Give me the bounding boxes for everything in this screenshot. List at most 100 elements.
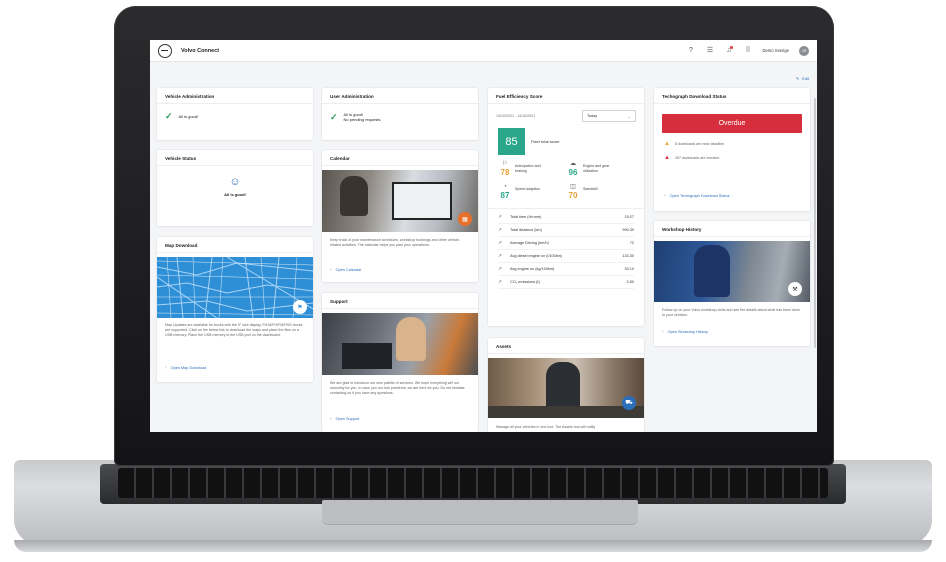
check-icon: ✓ [330, 111, 338, 122]
metric-label: Anticipation and braking [515, 164, 541, 173]
dashboard-screen: Volvo Connect ? ☰ ♫ ⠿ Demo Sverige JR ✎ … [150, 40, 817, 432]
card-title: Workshop History [654, 221, 810, 237]
mechanic-silhouette [694, 245, 730, 297]
grid-icon[interactable]: ⠿ [743, 46, 752, 55]
laptop-base-edge [14, 540, 932, 552]
vehicle-status-card[interactable]: Vehicle Status ☺ All is good! [157, 150, 313, 226]
card-title: Calendar [322, 150, 478, 166]
metric-label: Speed adaption [515, 187, 541, 191]
stat-value: 0.50 [626, 280, 634, 284]
open-support-link[interactable]: › Open Support [330, 416, 359, 422]
support-card[interactable]: Support We are glad to introduce our new… [322, 293, 478, 432]
person-silhouette [396, 317, 426, 361]
chat-icon[interactable]: ☰ [705, 46, 714, 55]
laptop-scene: Volvo Connect ? ☰ ♫ ⠿ Demo Sverige JR ✎ … [0, 0, 946, 562]
smiley-icon: ☺ [229, 176, 241, 188]
trend-arrow-icon: ↗ [498, 279, 502, 284]
keyboard [118, 468, 828, 498]
calendar-badge-icon: ▦ [458, 212, 472, 226]
vehicle-admin-card[interactable]: Vehicle Administration ✓ All is good! [157, 88, 313, 140]
chevron-right-icon: › [165, 365, 167, 371]
metric-anticipation: ⚐ 78 Anticipation and braking [498, 161, 566, 177]
metric-speed: ◔ 87 Speed adaption [498, 184, 566, 200]
metric-value: 87 [500, 191, 510, 200]
wrench-icon: ⚒ [788, 282, 802, 296]
card-title: Vehicle Administration [157, 88, 313, 104]
assets-badge-icon: ⛟ [622, 396, 636, 410]
top-bar: Volvo Connect ? ☰ ♫ ⠿ Demo Sverige JR [150, 40, 817, 62]
user-name[interactable]: Demo Sverige [762, 48, 789, 53]
chevron-right-icon: › [330, 267, 332, 273]
user-admin-card[interactable]: User Administration ✓ All is good! No pe… [322, 88, 478, 140]
workshop-description: Follow up on your Volvo workshop visits … [662, 308, 801, 317]
person-silhouette [546, 362, 580, 410]
assets-description: Manage all your vehicles in one tool. Th… [496, 425, 596, 429]
warning-overdue: ▲ 397 downloads are overdue. [654, 155, 810, 161]
assets-card[interactable]: Assets ⛟ Manage all your vehicles in one… [488, 338, 644, 432]
volvo-logo-icon[interactable] [158, 43, 172, 58]
link-label: Open Support [335, 417, 360, 421]
map-graphic [157, 257, 313, 318]
card-title: Vehicle Status [157, 150, 313, 166]
metric-label: Standstill [583, 187, 598, 191]
map-download-card[interactable]: Map Download ⚑ Map Updates are available… [157, 237, 313, 382]
stat-value: 33.10 [624, 267, 634, 271]
chevron-down-icon: ⌄ [627, 113, 631, 119]
avatar[interactable]: JR [799, 45, 809, 56]
status-text: All is good! [224, 192, 246, 197]
calendar-card[interactable]: Calendar ▦ Keep track of your maintenanc… [322, 150, 478, 282]
scrollbar[interactable] [814, 98, 816, 348]
bell-icon[interactable]: ♫ [724, 46, 734, 55]
edit-label: Edit [802, 76, 809, 81]
metric-value: 70 [568, 191, 578, 200]
card-title: User Administration [322, 88, 478, 104]
metric-engine: ☁ 96 Engine and gear utilization [566, 161, 634, 177]
tachograph-card[interactable]: Techograph Download Status Overdue ▲ 8 d… [654, 88, 810, 211]
edit-button[interactable]: ✎ Edit [796, 76, 809, 81]
workshop-history-card[interactable]: Workshop History ⚒ Follow up on your Vol… [654, 221, 810, 346]
assets-image: ⛟ [488, 358, 644, 418]
open-calendar-link[interactable]: › Open Calendar [330, 267, 361, 273]
trend-arrow-icon: ↗ [498, 240, 502, 245]
link-label: Open Techograph Download Status [669, 194, 730, 198]
list-item: ↗ Total distance (km) 990.30 [498, 224, 634, 237]
pencil-icon: ✎ [795, 76, 800, 81]
card-title: Techograph Download Status [654, 88, 810, 104]
card-title: Map Download [157, 237, 313, 253]
speedometer-icon: ◔ [503, 184, 507, 190]
calendar-image: ▦ [322, 170, 478, 232]
stat-value: 133.30 [622, 254, 634, 258]
trackpad [322, 500, 638, 524]
table-graphic [488, 406, 644, 418]
overdue-status-button[interactable]: Overdue [662, 114, 802, 133]
list-item: ↗ CO₂ emissions (t) 0.50 [498, 276, 634, 289]
list-item: ↗ Average Driving (km/h) 72 [498, 237, 634, 250]
fuel-efficiency-card[interactable]: Fuel Efficiency Score 14/10/2021 - 14/10… [488, 88, 644, 326]
map-image: ⚑ [157, 257, 313, 318]
card-title: Fuel Efficiency Score [488, 88, 644, 104]
period-select[interactable]: Today ⌄ [582, 110, 636, 122]
stat-label: Avg engine on (kg/100km) [510, 267, 555, 271]
help-icon[interactable]: ? [686, 46, 695, 55]
stat-label: Average Driving (km/h) [510, 241, 549, 245]
support-description: We are glad to introduce our new palette… [330, 381, 465, 395]
stat-label: Total distance (km) [510, 228, 542, 232]
map-badge-icon: ⚑ [293, 300, 307, 314]
support-image [322, 313, 478, 375]
workshop-image: ⚒ [654, 241, 810, 302]
link-label: Open Calendar [335, 268, 362, 272]
trend-arrow-icon: ↗ [498, 227, 502, 232]
stat-value: 990.30 [622, 228, 634, 232]
open-tachograph-link[interactable]: › Open Techograph Download Status [664, 193, 730, 199]
list-item: ↗ Avg engine on (kg/100km) 33.10 [498, 263, 634, 276]
stat-label: Total time (hh:mm) [510, 215, 542, 219]
open-map-download-link[interactable]: › Open Map Download [165, 365, 206, 371]
metric-standstill: ◫ 70 Standstill [566, 184, 634, 200]
metric-value: 96 [568, 168, 578, 177]
period-value: Today [587, 114, 598, 118]
map-description: Map Updates are available for trucks wit… [165, 323, 303, 337]
chevron-right-icon: › [330, 416, 332, 422]
open-workshop-history-link[interactable]: › Open Workshop History [662, 329, 708, 335]
trend-arrow-icon: ↗ [498, 253, 502, 258]
pending-text: No pending requests [343, 117, 381, 122]
